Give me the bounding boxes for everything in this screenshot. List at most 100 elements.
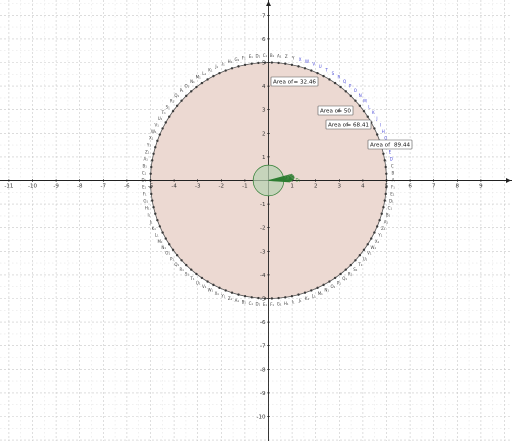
circle-point[interactable] (212, 283, 215, 287)
circle-point[interactable] (171, 109, 175, 113)
circle-point[interactable] (380, 212, 383, 215)
circle-point[interactable] (224, 69, 227, 72)
circle-point[interactable] (243, 63, 247, 67)
circle-point[interactable] (358, 253, 362, 257)
circle-point[interactable] (339, 272, 342, 276)
circle-point[interactable] (384, 192, 387, 196)
circle-point[interactable] (185, 94, 188, 98)
area-label-area-89[interactable]: Area of 89.44 (367, 139, 413, 150)
circle-point[interactable] (218, 286, 221, 290)
circle-point[interactable] (316, 71, 319, 75)
circle-point[interactable] (354, 99, 357, 102)
circle-point[interactable] (333, 276, 337, 280)
circle-point[interactable] (195, 85, 198, 89)
area-label-area-50[interactable]: Area of= 50 (317, 105, 354, 116)
circle-point[interactable] (344, 90, 347, 93)
circle-point[interactable] (328, 78, 331, 81)
circle-point[interactable] (310, 69, 313, 72)
circle-point[interactable] (190, 90, 193, 93)
circle-point[interactable] (344, 268, 347, 271)
circle-point[interactable] (375, 133, 379, 136)
circle-point[interactable] (158, 133, 162, 136)
circle-point[interactable] (290, 294, 294, 298)
circle-point[interactable] (328, 280, 331, 283)
circle-point[interactable] (354, 259, 357, 262)
circle-point[interactable] (277, 296, 280, 300)
circle-point[interactable] (180, 259, 183, 262)
circle-point[interactable] (257, 61, 260, 65)
circle-point[interactable] (250, 296, 253, 299)
circle-point[interactable] (237, 293, 240, 296)
circle-point[interactable] (384, 165, 387, 169)
circle-point[interactable] (322, 283, 325, 287)
circle-point[interactable] (290, 63, 294, 67)
circle-point[interactable] (230, 67, 234, 70)
circle-point[interactable] (382, 206, 385, 209)
circle-point[interactable] (171, 248, 175, 252)
circle-point[interactable] (168, 243, 171, 246)
circle-point[interactable] (218, 71, 221, 75)
circle-point[interactable] (161, 127, 164, 130)
circle-point[interactable] (243, 294, 247, 298)
circle-point[interactable] (180, 99, 183, 102)
circle-point[interactable] (200, 81, 204, 85)
circle-point[interactable] (270, 61, 274, 64)
circle-point[interactable] (156, 139, 159, 143)
circle-point[interactable] (303, 67, 307, 70)
circle-point[interactable] (383, 199, 386, 202)
circle-point[interactable] (284, 296, 287, 299)
circle-point[interactable] (149, 172, 152, 175)
circle-point[interactable] (224, 289, 227, 292)
circle-point[interactable] (151, 159, 154, 162)
circle-point[interactable] (161, 231, 164, 234)
circle-point[interactable] (385, 172, 388, 175)
circle-point[interactable] (152, 152, 155, 155)
area-label-area-68[interactable]: Area of= 68.41 (325, 119, 372, 130)
circle-point[interactable] (175, 253, 179, 257)
circle-point[interactable] (370, 237, 373, 240)
circle-point[interactable] (175, 104, 179, 108)
circle-point[interactable] (206, 280, 209, 283)
circle-point[interactable] (303, 291, 307, 294)
circle-point[interactable] (152, 206, 155, 209)
circle-point[interactable] (333, 81, 337, 85)
circle-point[interactable] (168, 115, 171, 118)
circle-point[interactable] (237, 65, 240, 68)
circle-point[interactable] (230, 291, 234, 294)
circle-point[interactable] (156, 218, 159, 222)
circle-point[interactable] (358, 104, 362, 108)
circle-point[interactable] (212, 74, 215, 78)
circle-point[interactable] (382, 152, 385, 155)
circle-point[interactable] (322, 74, 325, 78)
circle-point[interactable] (164, 121, 167, 124)
circle-point[interactable] (150, 165, 153, 169)
circle-point[interactable] (185, 263, 188, 267)
circle-point[interactable] (250, 62, 253, 65)
circle-point[interactable] (339, 85, 342, 89)
circle-point[interactable] (284, 62, 287, 65)
circle-point[interactable] (316, 286, 319, 290)
circle-point[interactable] (375, 225, 379, 228)
circle-point[interactable] (200, 276, 204, 280)
circle-point[interactable] (383, 159, 386, 162)
circle-point[interactable] (154, 146, 157, 149)
geometry-canvas[interactable]: ABCDEFGHIJKLMNOPQRSTUVWXYZA₁B₁C₁D₁E₁F₁G₁… (0, 0, 512, 441)
circle-point[interactable] (366, 115, 369, 118)
circle-point[interactable] (366, 243, 369, 246)
circle-point[interactable] (151, 199, 154, 202)
circle-point[interactable] (362, 248, 366, 252)
area-label-area-32[interactable]: Area of = 32.46 (270, 76, 319, 87)
circle-point[interactable] (349, 94, 352, 98)
circle-point[interactable] (195, 272, 198, 276)
circle-point[interactable] (206, 78, 209, 81)
circle-point[interactable] (373, 231, 376, 234)
circle-point[interactable] (270, 297, 274, 300)
circle-point[interactable] (277, 61, 280, 65)
circle-point[interactable] (373, 127, 376, 130)
circle-point[interactable] (154, 212, 157, 215)
circle-point[interactable] (349, 263, 352, 267)
circle-point[interactable] (297, 65, 300, 68)
circle-point[interactable] (150, 192, 153, 196)
circle-point[interactable] (362, 109, 366, 113)
circle-point[interactable] (158, 225, 162, 228)
